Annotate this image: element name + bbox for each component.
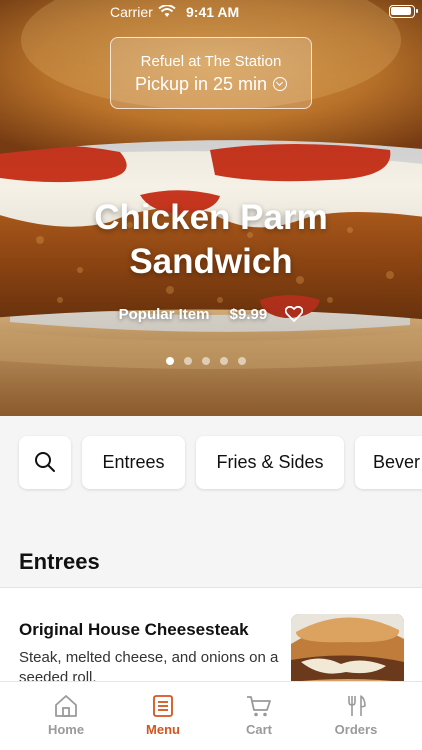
featured-price: $9.99: [229, 305, 268, 323]
category-chip-entrees[interactable]: Entrees: [82, 436, 185, 489]
popular-badge: Popular Item: [118, 305, 210, 323]
carousel-dot[interactable]: [184, 357, 192, 365]
search-icon: [35, 452, 55, 472]
tab-cart[interactable]: Cart: [211, 682, 307, 750]
tab-home[interactable]: Home: [18, 682, 114, 750]
featured-item-title: Chicken Parm Sandwich: [0, 196, 422, 284]
menu-item-card[interactable]: Original House Cheesesteak Steak, melted…: [0, 588, 422, 694]
carousel-dot[interactable]: [166, 357, 174, 365]
menu-icon: [153, 695, 173, 717]
category-chip-beverages[interactable]: Bever: [355, 436, 422, 489]
app-screen: Carrier 9:41 AM Refuel at The Station Pi…: [0, 0, 422, 750]
tab-label-cart: Cart: [245, 722, 272, 737]
section-heading: Entrees: [19, 549, 100, 574]
tab-label-menu: Menu: [146, 722, 180, 737]
battery-icon: [389, 5, 418, 18]
featured-item-meta: Popular Item $9.99: [0, 305, 422, 323]
category-bar: Entrees Fries & Sides Bever: [0, 436, 422, 490]
chevron-down-icon: [273, 77, 288, 91]
tab-orders[interactable]: Orders: [308, 682, 404, 750]
carousel-dot[interactable]: [202, 357, 210, 365]
featured-title-line2: Sandwich: [129, 242, 293, 281]
search-button[interactable]: [19, 436, 71, 489]
cart-icon: [247, 696, 271, 717]
menu-item-name: Original House Cheesesteak: [19, 620, 249, 639]
location-name: Refuel at The Station: [140, 53, 282, 70]
tab-label-orders: Orders: [334, 722, 378, 737]
clock: 9:41 AM: [186, 4, 240, 20]
pickup-time: Pickup in 25 min: [134, 74, 268, 94]
tab-menu[interactable]: Menu: [115, 682, 211, 750]
category-chip-fries-sides[interactable]: Fries & Sides: [196, 436, 344, 489]
tab-bar: Home Menu Cart Orders: [0, 681, 422, 750]
carrier-label: Carrier: [110, 4, 153, 20]
carousel-dot[interactable]: [238, 357, 246, 365]
pickup-location-selector[interactable]: Refuel at The Station Pickup in 25 min: [110, 37, 312, 109]
carousel-page-indicator[interactable]: [166, 352, 256, 365]
featured-title-line1: Chicken Parm: [94, 198, 328, 237]
home-icon: [55, 695, 77, 717]
utensils-icon: [348, 695, 366, 716]
favorite-heart-icon[interactable]: [285, 306, 304, 322]
wifi-icon: [158, 5, 176, 17]
hero-carousel[interactable]: Carrier 9:41 AM Refuel at The Station Pi…: [0, 0, 422, 416]
carousel-dot[interactable]: [220, 357, 228, 365]
tab-label-home: Home: [47, 722, 85, 737]
status-bar: Carrier 9:41 AM: [0, 0, 422, 26]
